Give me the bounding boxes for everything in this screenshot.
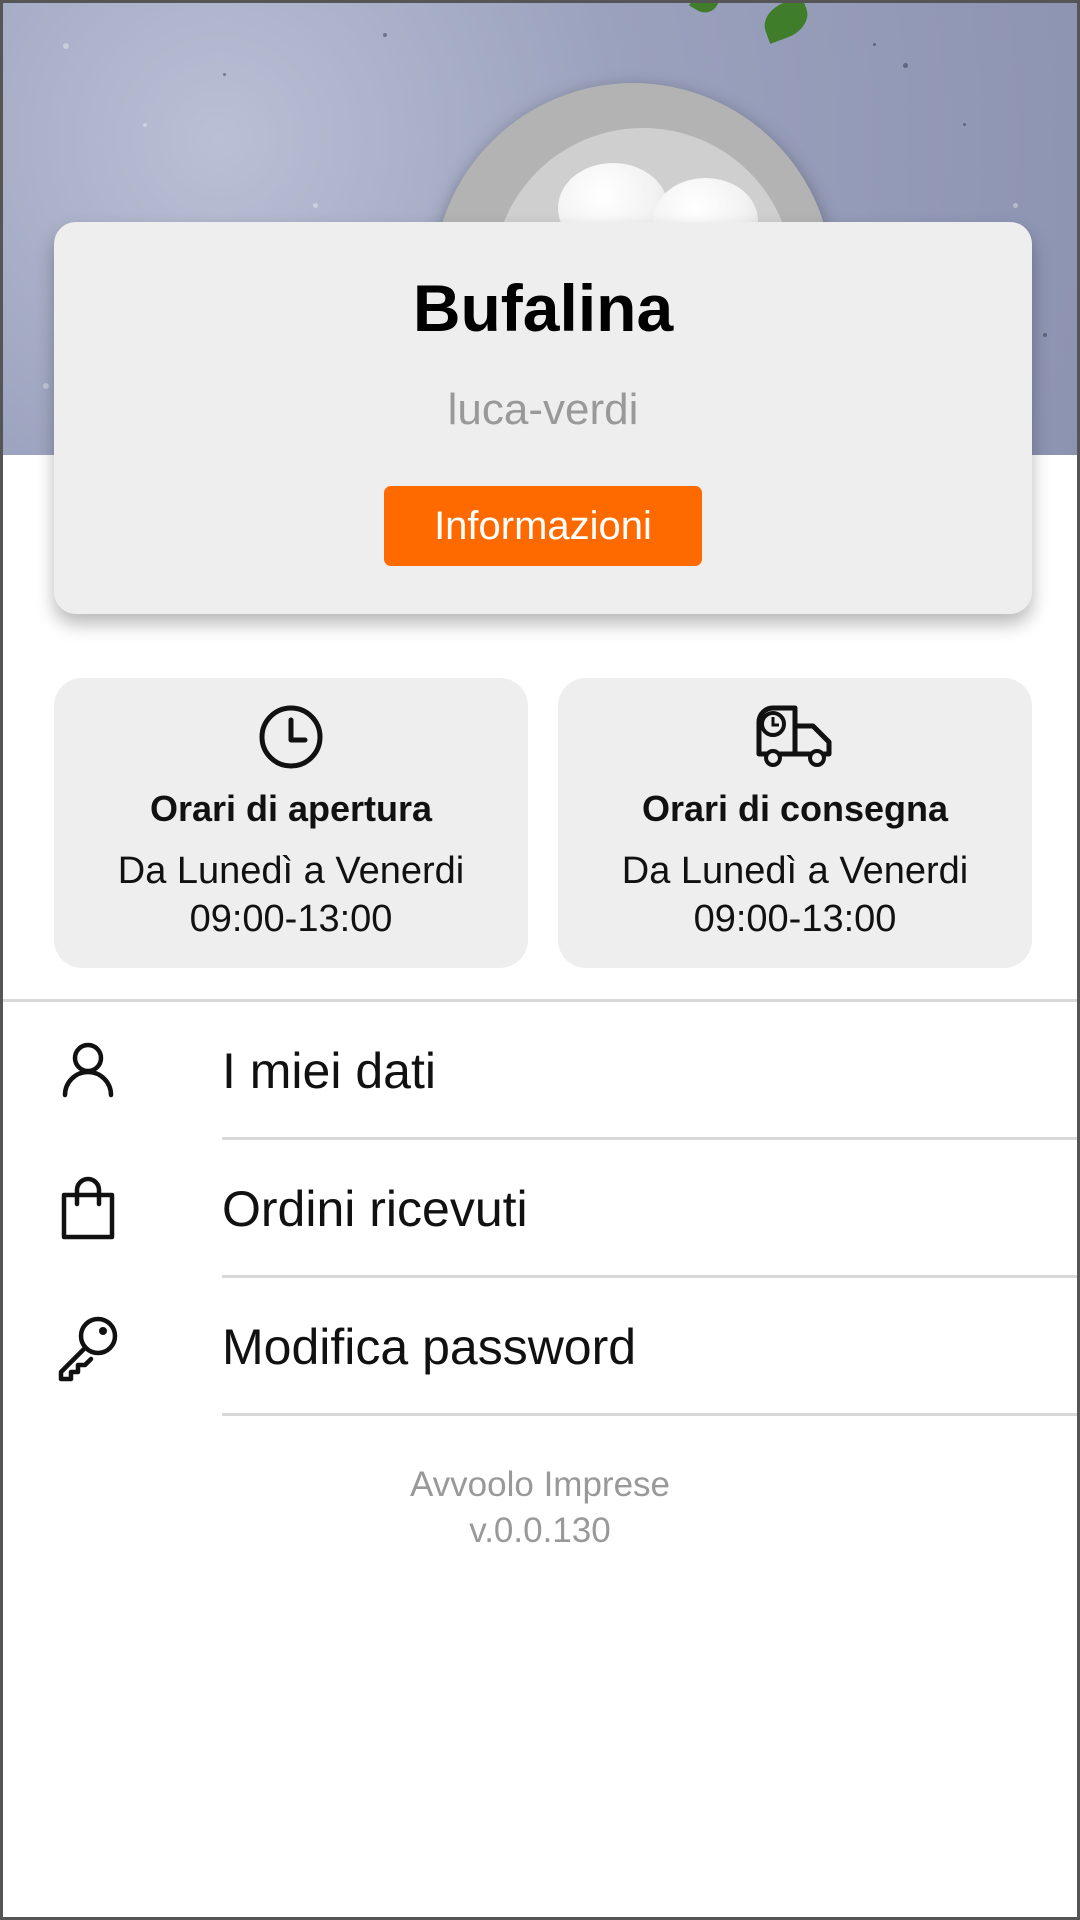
user-icon: [53, 1037, 123, 1107]
key-icon: [53, 1313, 123, 1383]
delivery-hours-time: 09:00-13:00: [693, 898, 897, 940]
menu-item-received-orders[interactable]: Ordini ricevuti: [3, 1140, 1077, 1278]
delivery-hours-card: Orari di consegna Da Lunedì a Venerdi 09…: [558, 678, 1032, 968]
clock-icon: [54, 704, 528, 774]
opening-hours-days: Da Lunedì a Venerdi: [117, 850, 465, 892]
app-screen: Bufalina luca-verdi Informazioni Orari d…: [0, 0, 1080, 1920]
store-info-card: Bufalina luca-verdi Informazioni: [54, 222, 1032, 614]
delivery-truck-icon: [558, 704, 1032, 774]
info-button[interactable]: Informazioni: [384, 486, 702, 566]
store-username: luca-verdi: [447, 385, 639, 434]
opening-hours-title: Orari di apertura: [149, 788, 433, 829]
opening-hours-time: 09:00-13:00: [189, 898, 393, 940]
footer-app-name: Avvoolo Imprese: [409, 1465, 671, 1504]
shopping-bag-icon: [53, 1175, 123, 1245]
menu-label-received-orders: Ordini ricevuti: [222, 1181, 528, 1237]
menu-item-my-data[interactable]: I miei dati: [3, 1002, 1077, 1140]
delivery-hours-title: Orari di consegna: [641, 788, 949, 829]
store-name: Bufalina: [412, 271, 674, 345]
opening-hours-card: Orari di apertura Da Lunedì a Venerdi 09…: [54, 678, 528, 968]
footer-version: v.0.0.130: [469, 1511, 611, 1550]
delivery-hours-days: Da Lunedì a Venerdi: [621, 850, 969, 892]
menu-label-change-password: Modifica password: [222, 1319, 637, 1375]
menu-divider: [222, 1413, 1077, 1416]
menu-label-my-data: I miei dati: [222, 1043, 436, 1099]
menu-item-change-password[interactable]: Modifica password: [3, 1278, 1077, 1416]
